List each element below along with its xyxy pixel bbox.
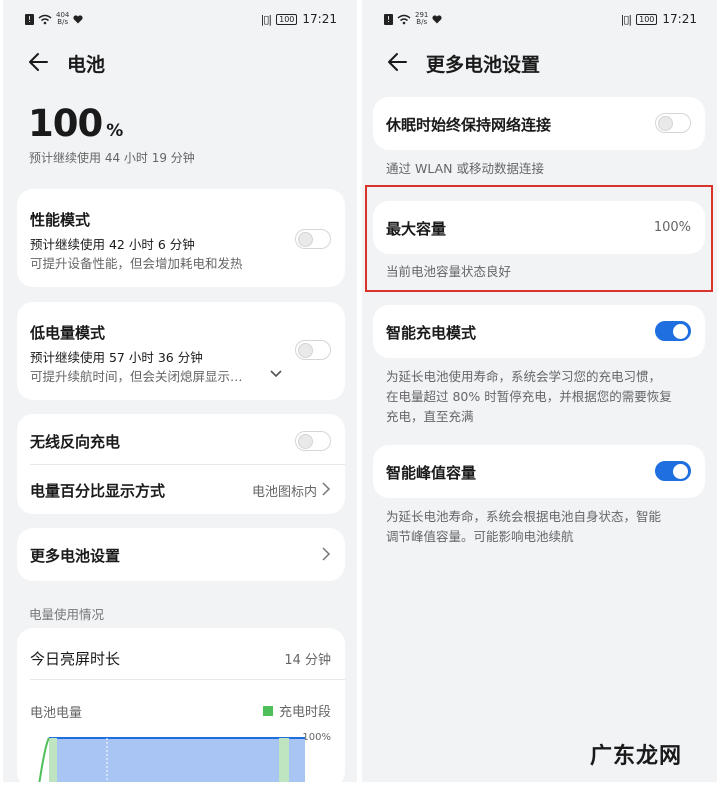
smart-charging-note-line: 在电量超过 80% 时暂停充电，并根据您的需要恢复 (386, 389, 672, 404)
more-battery-settings-screen: ! 291 B/s |▯| 100 17:21 更多电池设置 休眠时始终保持网络连… (362, 0, 717, 782)
charging-period-bar (279, 738, 289, 782)
watermark: 广东龙网 (590, 743, 683, 769)
usage-section-title: 电量使用情况 (29, 607, 105, 622)
performance-mode-description: 可提升设备性能，但会增加耗电和发热 (30, 256, 243, 271)
battery-estimate: 预计继续使用 44 小时 19 分钟 (29, 151, 195, 165)
keep-network-toggle[interactable] (655, 113, 691, 133)
max-capacity-value: 100% (653, 220, 691, 235)
screen-time-value: 14 分钟 (284, 653, 331, 668)
divider (30, 679, 345, 680)
low-power-mode-card[interactable]: 低电量模式 预计继续使用 57 小时 36 分钟 可提升续航时间，但会关闭熄屏显… (17, 302, 345, 400)
smart-peak-toggle[interactable] (655, 461, 691, 481)
chevron-right-icon[interactable] (321, 547, 331, 561)
keep-network-note: 通过 WLAN 或移动数据连接 (386, 161, 544, 176)
chart-ramp-line (38, 737, 50, 782)
smart-charging-note: 为延长电池使用寿命，系统会学习您的充电习惯， 在电量超过 80% 时暂停充电，并… (386, 367, 672, 427)
page-title: 电池 (67, 54, 106, 76)
battery-screen: ! 404 B/s |▯| 100 17:21 电池 100% 预计继续使用 44… (3, 0, 357, 782)
network-speed-unit: B/s (57, 18, 69, 26)
smart-charging-toggle[interactable] (655, 321, 691, 341)
wireless-reverse-title: 无线反向充电 (30, 433, 121, 451)
charging-legend-label: 充电时段 (278, 705, 331, 720)
smart-peak-note-line: 为延长电池寿命，系统会根据电池自身状态，智能 (386, 509, 662, 524)
battery-percent-value: 100 (28, 102, 103, 145)
battery-level-chart (38, 737, 305, 782)
chart-area-fill (49, 738, 305, 782)
header: 电池 (3, 48, 357, 78)
low-power-mode-toggle[interactable] (295, 340, 331, 360)
heart-icon (432, 14, 442, 23)
clock: 17:21 (302, 12, 337, 26)
back-arrow-icon[interactable] (386, 48, 410, 76)
sim-icon: ! (25, 13, 34, 25)
smart-charging-title: 智能充电模式 (386, 324, 477, 342)
performance-mode-card[interactable]: 性能模式 预计继续使用 42 小时 6 分钟 可提升设备性能，但会增加耗电和发热 (17, 189, 345, 287)
charging-options-card: 无线反向充电 电量百分比显示方式 电池图标内 (17, 414, 345, 514)
sim-icon: ! (384, 13, 393, 25)
more-settings-title: 更多电池设置 (30, 547, 121, 565)
divider (30, 464, 345, 465)
vibrate-icon: |▯| (620, 12, 633, 26)
smart-peak-note-line: 调节峰值容量。可能影响电池续航 (386, 529, 574, 544)
low-power-mode-description: 可提升续航时间，但会关闭熄屏显示… (30, 369, 243, 384)
battery-icon: 100 (276, 13, 298, 25)
low-power-mode-title: 低电量模式 (30, 324, 106, 342)
wifi-icon (38, 14, 52, 24)
page-title: 更多电池设置 (426, 54, 541, 76)
clock: 17:21 (662, 12, 697, 26)
charging-period-bar (49, 738, 57, 782)
performance-mode-title: 性能模式 (30, 211, 91, 229)
chevron-down-icon[interactable] (269, 369, 283, 379)
battery-level-label: 电池电量 (30, 706, 83, 721)
smart-charging-note-line: 为延长电池使用寿命，系统会学习您的充电习惯， (386, 369, 662, 384)
chart-legend: 充电时段 (262, 701, 331, 720)
smart-charging-note-line: 充电，直至充满 (386, 409, 474, 424)
battery-percent: 100% (28, 102, 123, 145)
keep-network-card[interactable]: 休眠时始终保持网络连接 (373, 97, 705, 150)
percentage-display-value: 电池图标内 (251, 485, 317, 500)
wifi-icon (397, 14, 411, 24)
chevron-right-icon[interactable] (321, 482, 331, 496)
smart-charging-card[interactable]: 智能充电模式 (373, 305, 705, 358)
keep-network-title: 休眠时始终保持网络连接 (386, 116, 552, 134)
heart-icon (73, 14, 83, 23)
header: 更多电池设置 (362, 48, 717, 78)
back-arrow-icon[interactable] (27, 48, 51, 76)
battery-icon: 100 (636, 13, 658, 25)
performance-mode-estimate: 预计继续使用 42 小时 6 分钟 (30, 237, 195, 252)
screen-time-label: 今日亮屏时长 (30, 650, 121, 668)
network-speed-unit: B/s (416, 18, 428, 26)
smart-peak-card[interactable]: 智能峰值容量 (373, 445, 705, 498)
low-power-mode-estimate: 预计继续使用 57 小时 36 分钟 (30, 350, 203, 365)
status-bar: ! 404 B/s |▯| 100 17:21 (3, 9, 357, 31)
status-bar: ! 291 B/s |▯| 100 17:21 (362, 9, 717, 31)
battery-percent-unit: % (106, 121, 123, 141)
max-capacity-card: 最大容量 100% (373, 201, 705, 254)
more-settings-card[interactable]: 更多电池设置 (17, 528, 345, 581)
percentage-display-title[interactable]: 电量百分比显示方式 (30, 480, 165, 501)
charging-legend-swatch (262, 705, 273, 716)
smart-peak-note: 为延长电池寿命，系统会根据电池自身状态，智能 调节峰值容量。可能影响电池续航 (386, 507, 661, 547)
wireless-reverse-toggle[interactable] (295, 431, 331, 451)
max-capacity-note: 当前电池容量状态良好 (386, 264, 512, 279)
smart-peak-title: 智能峰值容量 (386, 464, 477, 482)
vibrate-icon: |▯| (260, 12, 273, 26)
performance-mode-toggle[interactable] (295, 229, 331, 249)
max-capacity-title: 最大容量 (386, 220, 447, 238)
